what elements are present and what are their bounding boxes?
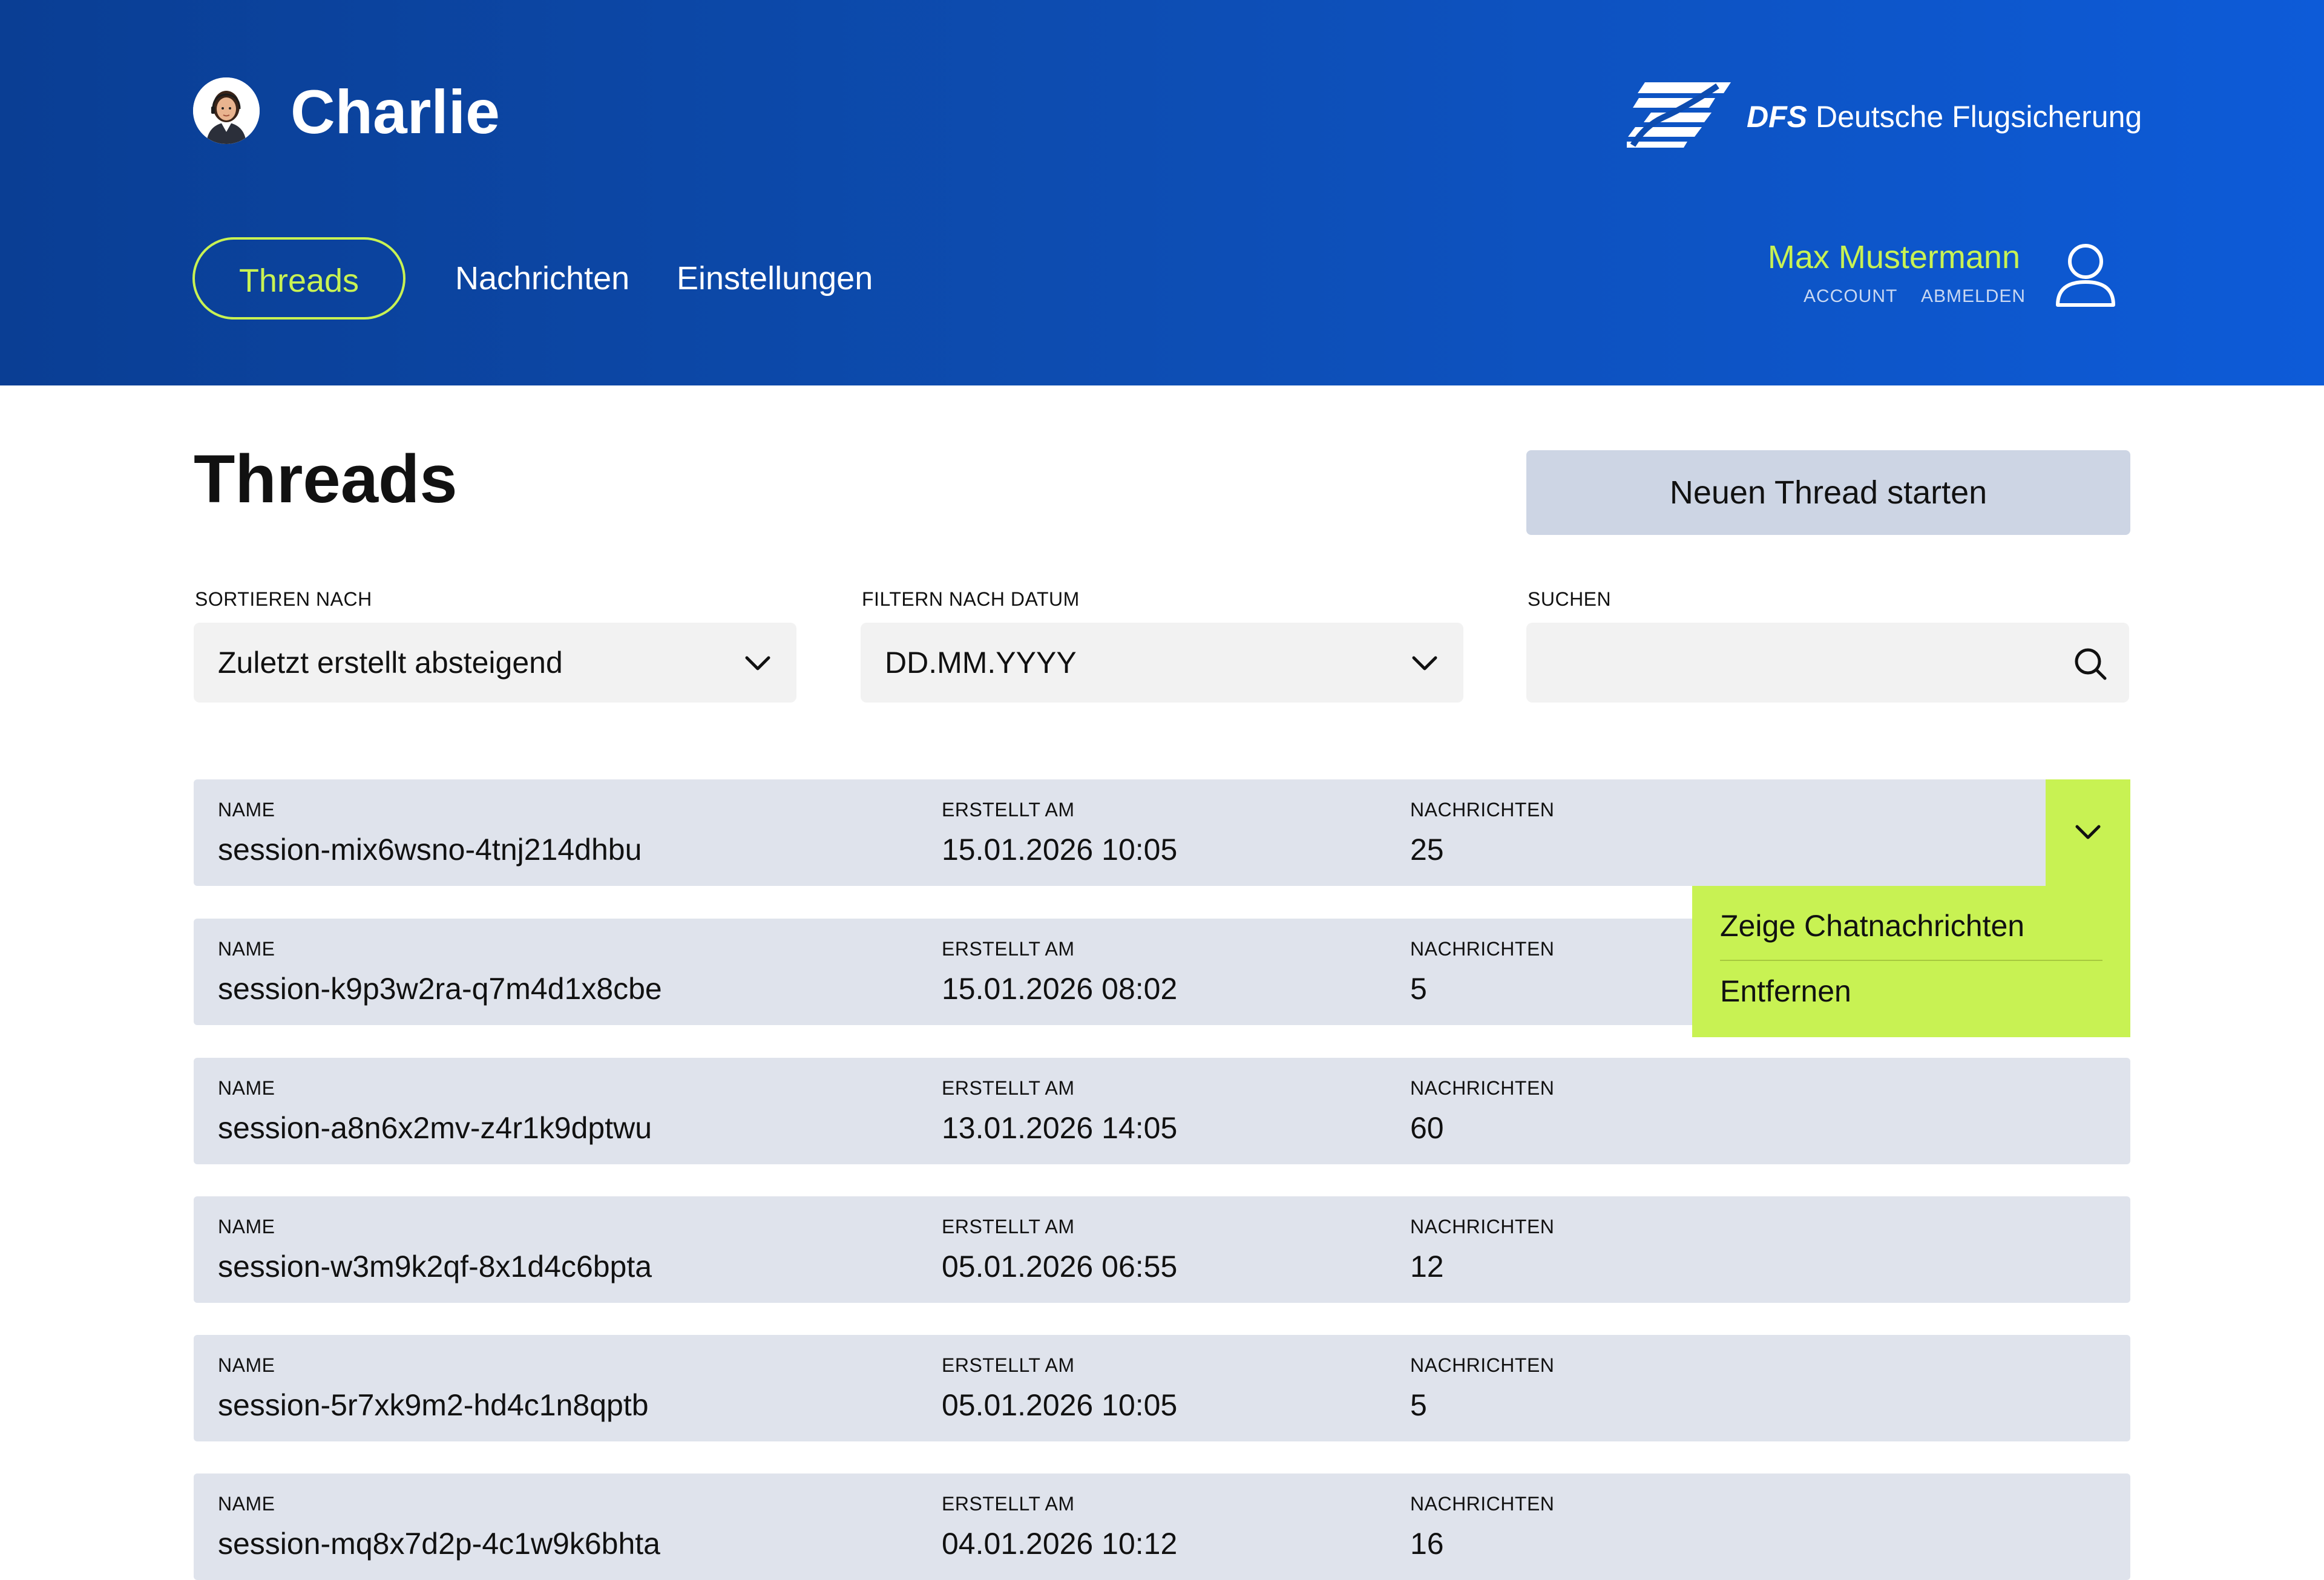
thread-created: 13.01.2026 14:05 xyxy=(942,1111,1178,1145)
search-icon[interactable] xyxy=(2072,646,2109,682)
thread-message-count: 5 xyxy=(1410,972,1427,1006)
chevron-down-icon xyxy=(745,656,770,670)
thread-name: session-a8n6x2mv-z4r1k9dptwu xyxy=(218,1111,652,1145)
thread-name: session-5r7xk9m2-hd4c1n8qptb xyxy=(218,1388,649,1422)
page-title: Threads xyxy=(194,441,458,517)
thread-created: 15.01.2026 10:05 xyxy=(942,833,1178,867)
brand-full-name: Deutsche Flugsicherung xyxy=(1816,100,2142,134)
tab-nachrichten[interactable]: Nachrichten xyxy=(455,237,629,320)
column-label-messages: NACHRICHTEN xyxy=(1410,1354,1555,1376)
thread-message-count: 16 xyxy=(1410,1527,1444,1561)
column-label-created: ERSTELLT AM xyxy=(942,938,1075,960)
dfs-logo-icon xyxy=(1627,82,1731,148)
column-label-name: NAME xyxy=(218,1354,275,1376)
thread-row[interactable]: NAME session-mix6wsno-4tnj214dhbu ERSTEL… xyxy=(194,779,2130,886)
column-label-name: NAME xyxy=(218,938,275,960)
sort-select[interactable]: Zuletzt erstellt absteigend xyxy=(194,623,796,703)
column-label-created: ERSTELLT AM xyxy=(942,799,1075,821)
thread-name: session-w3m9k2qf-8x1d4c6bpta xyxy=(218,1250,652,1283)
search-input[interactable] xyxy=(1526,623,2129,703)
logout-link[interactable]: ABMELDEN xyxy=(1921,284,2026,309)
column-label-messages: NACHRICHTEN xyxy=(1410,1493,1555,1515)
thread-name: session-mq8x7d2p-4c1w9k6bhta xyxy=(218,1527,660,1561)
column-label-name: NAME xyxy=(218,1493,275,1515)
thread-row[interactable]: NAME session-5r7xk9m2-hd4c1n8qptb ERSTEL… xyxy=(194,1335,2130,1441)
column-label-created: ERSTELLT AM xyxy=(942,1493,1075,1515)
row-actions-toggle[interactable] xyxy=(2046,779,2130,886)
sort-value: Zuletzt erstellt absteigend xyxy=(218,646,563,680)
app-header: Charlie DFS Deutsche Flugsicherung Thread… xyxy=(0,0,2324,385)
thread-created: 15.01.2026 08:02 xyxy=(942,972,1178,1006)
column-label-messages: NACHRICHTEN xyxy=(1410,1216,1555,1237)
thread-row[interactable]: NAME session-w3m9k2qf-8x1d4c6bpta ERSTEL… xyxy=(194,1196,2130,1303)
column-label-messages: NACHRICHTEN xyxy=(1410,1077,1555,1099)
tab-threads[interactable]: Threads xyxy=(192,237,405,320)
date-filter-label: FILTERN NACH DATUM xyxy=(862,588,1080,610)
thread-created: 05.01.2026 10:05 xyxy=(942,1388,1178,1422)
sort-label: SORTIEREN NACH xyxy=(195,588,372,610)
new-thread-button[interactable]: Neuen Thread starten xyxy=(1526,450,2130,535)
thread-row[interactable]: NAME session-a8n6x2mv-z4r1k9dptwu ERSTEL… xyxy=(194,1058,2130,1164)
column-label-name: NAME xyxy=(218,1077,275,1099)
chevron-down-icon xyxy=(1412,656,1437,670)
column-label-name: NAME xyxy=(218,1216,275,1237)
search-label: SUCHEN xyxy=(1528,588,1612,610)
column-label-messages: NACHRICHTEN xyxy=(1410,938,1555,960)
thread-name: session-k9p3w2ra-q7m4d1x8cbe xyxy=(218,972,662,1006)
date-filter-value: DD.MM.YYYY xyxy=(885,646,1077,680)
brand-name: DFS Deutsche Flugsicherung xyxy=(1747,96,2142,138)
app-title: Charlie xyxy=(290,77,500,146)
menu-divider xyxy=(1720,960,2102,961)
show-chat-messages-item[interactable]: Zeige Chatnachrichten xyxy=(1720,906,2102,945)
user-name: Max Mustermann xyxy=(1767,239,2020,275)
thread-message-count: 12 xyxy=(1410,1250,1444,1283)
remove-thread-item[interactable]: Entfernen xyxy=(1720,972,2102,1011)
user-profile-icon[interactable] xyxy=(2055,242,2116,307)
column-label-created: ERSTELLT AM xyxy=(942,1354,1075,1376)
thread-name: session-mix6wsno-4tnj214dhbu xyxy=(218,833,642,867)
tab-einstellungen[interactable]: Einstellungen xyxy=(677,237,873,320)
column-label-name: NAME xyxy=(218,799,275,821)
column-label-created: ERSTELLT AM xyxy=(942,1216,1075,1237)
account-link[interactable]: ACCOUNT xyxy=(1804,284,1897,309)
thread-message-count: 5 xyxy=(1410,1388,1427,1422)
column-label-created: ERSTELLT AM xyxy=(942,1077,1075,1099)
thread-row[interactable]: NAME session-mq8x7d2p-4c1w9k6bhta ERSTEL… xyxy=(194,1473,2130,1580)
assistant-avatar xyxy=(193,77,260,144)
thread-message-count: 60 xyxy=(1410,1111,1444,1145)
column-label-messages: NACHRICHTEN xyxy=(1410,799,1555,821)
date-filter-select[interactable]: DD.MM.YYYY xyxy=(861,623,1463,703)
chevron-down-icon xyxy=(2075,825,2101,839)
thread-message-count: 25 xyxy=(1410,833,1444,867)
thread-created: 05.01.2026 06:55 xyxy=(942,1250,1178,1283)
row-actions-menu: Zeige Chatnachrichten Entfernen xyxy=(1692,886,2130,1037)
brand-abbr: DFS xyxy=(1747,100,1807,134)
thread-created: 04.01.2026 10:12 xyxy=(942,1527,1178,1561)
